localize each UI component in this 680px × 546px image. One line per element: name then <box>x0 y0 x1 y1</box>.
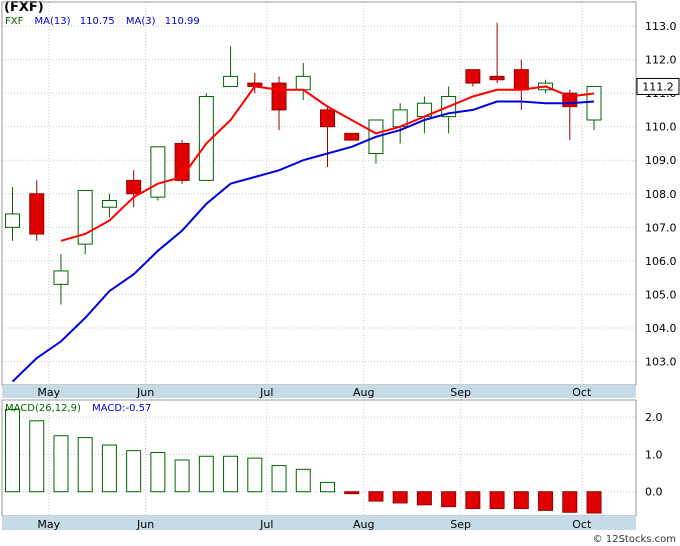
macd-bar <box>295 468 311 493</box>
macd-y-tick-label: 2.0 <box>645 411 663 424</box>
price-y-tick-label: 108.0 <box>645 188 677 201</box>
candle-up <box>223 75 239 87</box>
price-y-tick-label: 112.0 <box>645 54 677 67</box>
macd-x-axis-band <box>2 516 636 530</box>
macd-bar <box>562 491 578 513</box>
macd-x-tick-label: Sep <box>450 518 471 531</box>
macd-bar <box>150 452 166 493</box>
candle-down <box>29 193 45 235</box>
candle-down <box>126 179 142 195</box>
price-y-tick-label: 107.0 <box>645 221 677 234</box>
macd-legend-value: MACD:-0.57 <box>92 403 151 414</box>
macd-bar <box>174 459 190 493</box>
price-y-tick-label: 109.0 <box>645 154 677 167</box>
macd-bar <box>29 420 45 493</box>
price-y-tick-label: 104.0 <box>645 322 677 335</box>
macd-bar <box>5 409 20 493</box>
macd-bar <box>271 465 287 493</box>
legend-ticker: FXF <box>5 16 24 27</box>
candle-down <box>465 69 481 84</box>
price-x-axis-band <box>2 385 636 398</box>
candle-up <box>5 213 20 228</box>
legend-ma13-label: MA(13) <box>35 16 71 27</box>
macd-bar <box>344 491 360 495</box>
candle-down <box>174 142 190 181</box>
macd-x-tick-label: Oct <box>572 518 592 531</box>
legend-ma13-value: 110.75 <box>80 16 115 27</box>
macd-x-tick-label: Jul <box>259 518 273 531</box>
macd-y-tick-label: 1.0 <box>645 448 663 461</box>
candle-down <box>319 109 335 128</box>
macd-bar <box>489 491 505 510</box>
price-x-tick-label: May <box>37 386 60 399</box>
price-legend: FXF MA(13) 110.75 MA(3) 110.99 <box>5 16 200 27</box>
candle-down <box>489 75 505 81</box>
macd-bar <box>198 455 214 493</box>
macd-legend-label: MACD(26,12,9) <box>5 403 81 414</box>
macd-x-tick-label: May <box>37 518 60 531</box>
macd-bar <box>247 457 263 493</box>
macd-x-tick-label: Aug <box>353 518 374 531</box>
candle-up <box>150 146 166 198</box>
macd-y-tick-label: 0.0 <box>645 486 663 499</box>
macd-legend: MACD(26,12,9) MACD:-0.57 <box>5 403 151 414</box>
price-x-tick-label: Oct <box>572 386 592 399</box>
last-price-label: 111.2 <box>642 80 674 93</box>
price-y-tick-label: 103.0 <box>645 356 677 369</box>
macd-bar <box>441 491 457 508</box>
macd-bar <box>392 491 408 504</box>
candle-up <box>586 85 602 121</box>
candle-up <box>295 75 311 91</box>
candle-down <box>271 82 287 111</box>
price-y-tick-label: 110.0 <box>645 121 677 134</box>
macd-x-tick-label: Jun <box>136 518 154 531</box>
macd-bar <box>126 450 142 493</box>
price-y-tick-label: 106.0 <box>645 255 677 268</box>
candle-up <box>101 200 117 208</box>
legend-ma3-value: 110.99 <box>165 16 200 27</box>
price-x-tick-label: Sep <box>450 386 471 399</box>
macd-bar <box>77 437 93 493</box>
macd-bar <box>319 481 335 493</box>
macd-bar <box>416 491 432 506</box>
chart-container: (FXF) 103.0 104.0 105.0 106.0 107.0 108.0 109.… <box>0 0 680 546</box>
macd-bar <box>538 491 554 511</box>
price-y-tick-label: 105.0 <box>645 288 677 301</box>
legend-ma3-label: MA(3) <box>126 16 156 27</box>
candle-up <box>53 270 69 285</box>
candle-down <box>344 132 360 141</box>
macd-bar <box>586 491 602 514</box>
price-x-tick-label: Aug <box>353 386 374 399</box>
macd-bar <box>101 444 117 493</box>
footer-credit: © 12Stocks.com <box>593 534 676 545</box>
macd-bar <box>53 435 69 493</box>
price-x-tick-label: Jun <box>136 386 154 399</box>
macd-bar <box>465 491 481 510</box>
price-x-tick-label: Jul <box>259 386 273 399</box>
macd-bar <box>513 491 529 510</box>
macd-bar <box>223 455 239 493</box>
macd-bar <box>368 491 384 502</box>
stock-chart: (FXF) 103.0104.0105.0106.0107.0108.0109.… <box>0 0 680 546</box>
candle-down <box>513 69 529 91</box>
price-y-tick-label: 113.0 <box>645 20 677 33</box>
